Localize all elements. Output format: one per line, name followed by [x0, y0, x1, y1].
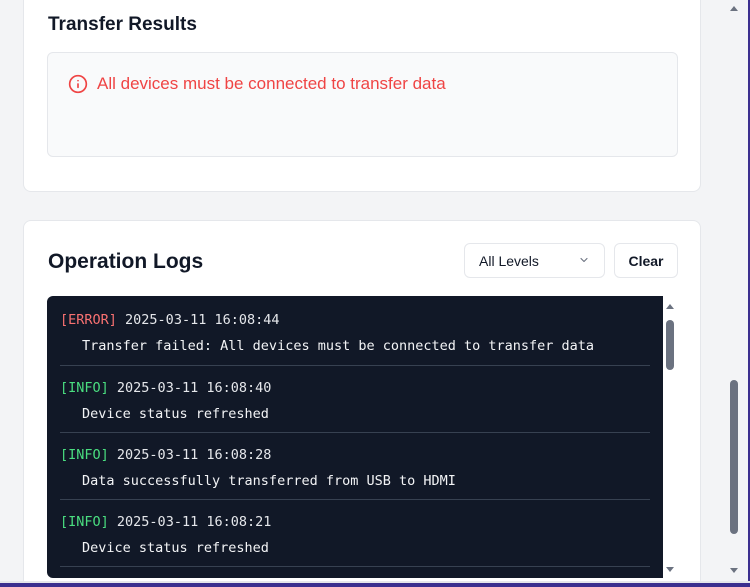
log-entry-header: [INFO] 2025-03-11 16:08:40	[60, 380, 650, 396]
log-console[interactable]: [ERROR] 2025-03-11 16:08:44 Transfer fai…	[47, 296, 663, 578]
transfer-results-card: Transfer Results All devices must be con…	[23, 0, 701, 192]
log-level-label: [INFO]	[60, 447, 109, 463]
log-entry-header: [ERROR] 2025-03-11 16:08:44	[60, 312, 650, 328]
app-viewport: Transfer Results All devices must be con…	[0, 0, 741, 581]
transfer-error-text: All devices must be connected to transfe…	[97, 74, 446, 93]
log-level-label: [INFO]	[60, 514, 109, 530]
log-entry-header: [INFO] 2025-03-11 16:08:28	[60, 447, 650, 463]
log-timestamp: 2025-03-11 16:08:21	[116, 514, 272, 530]
log-timestamp: 2025-03-11 16:08:44	[125, 312, 280, 328]
operation-logs-card: Operation Logs All Levels Clear [ERROR] …	[23, 220, 701, 581]
window-frame-bottom	[0, 581, 750, 587]
page-scrollbar[interactable]	[726, 0, 741, 581]
scroll-up-arrow-icon[interactable]	[666, 304, 674, 309]
transfer-results-title: Transfer Results	[48, 14, 197, 35]
log-message: Data successfully transferred from USB t…	[82, 473, 456, 489]
log-console-scrollbar[interactable]	[663, 296, 677, 578]
log-entry: [INFO] 2025-03-11 16:08:21 Device status…	[60, 500, 650, 567]
clear-logs-button[interactable]: Clear	[614, 243, 678, 278]
scroll-up-arrow-icon[interactable]	[730, 6, 738, 11]
log-level-select[interactable]: All Levels	[464, 243, 605, 278]
scrollbar-thumb[interactable]	[730, 380, 738, 534]
log-message: Transfer failed: All devices must be con…	[82, 338, 595, 354]
log-message: Device status refreshed	[82, 406, 269, 422]
scroll-down-arrow-icon[interactable]	[666, 567, 674, 572]
log-level-selected: All Levels	[479, 252, 539, 269]
chevron-down-icon	[580, 257, 588, 263]
info-circle-icon	[68, 74, 88, 94]
log-level-label: [ERROR]	[60, 312, 117, 328]
scrollbar-thumb[interactable]	[666, 320, 674, 370]
log-timestamp: 2025-03-11 16:08:40	[116, 380, 272, 396]
log-level-label: [INFO]	[60, 380, 109, 396]
transfer-results-box: All devices must be connected to transfe…	[47, 52, 678, 157]
scroll-down-arrow-icon[interactable]	[730, 568, 738, 573]
log-entry: [ERROR] 2025-03-11 16:08:44 Transfer fai…	[60, 296, 650, 366]
operation-logs-title: Operation Logs	[48, 250, 204, 273]
log-message: Device status refreshed	[82, 540, 269, 556]
log-entry-header: [INFO] 2025-03-11 16:08:21	[60, 514, 650, 530]
log-timestamp: 2025-03-11 16:08:28	[116, 447, 272, 463]
transfer-error-message: All devices must be connected to transfe…	[68, 74, 446, 94]
log-entry: [INFO] 2025-03-11 16:08:28 Data successf…	[60, 433, 650, 500]
log-entry: [INFO] 2025-03-11 16:08:40 Device status…	[60, 366, 650, 433]
